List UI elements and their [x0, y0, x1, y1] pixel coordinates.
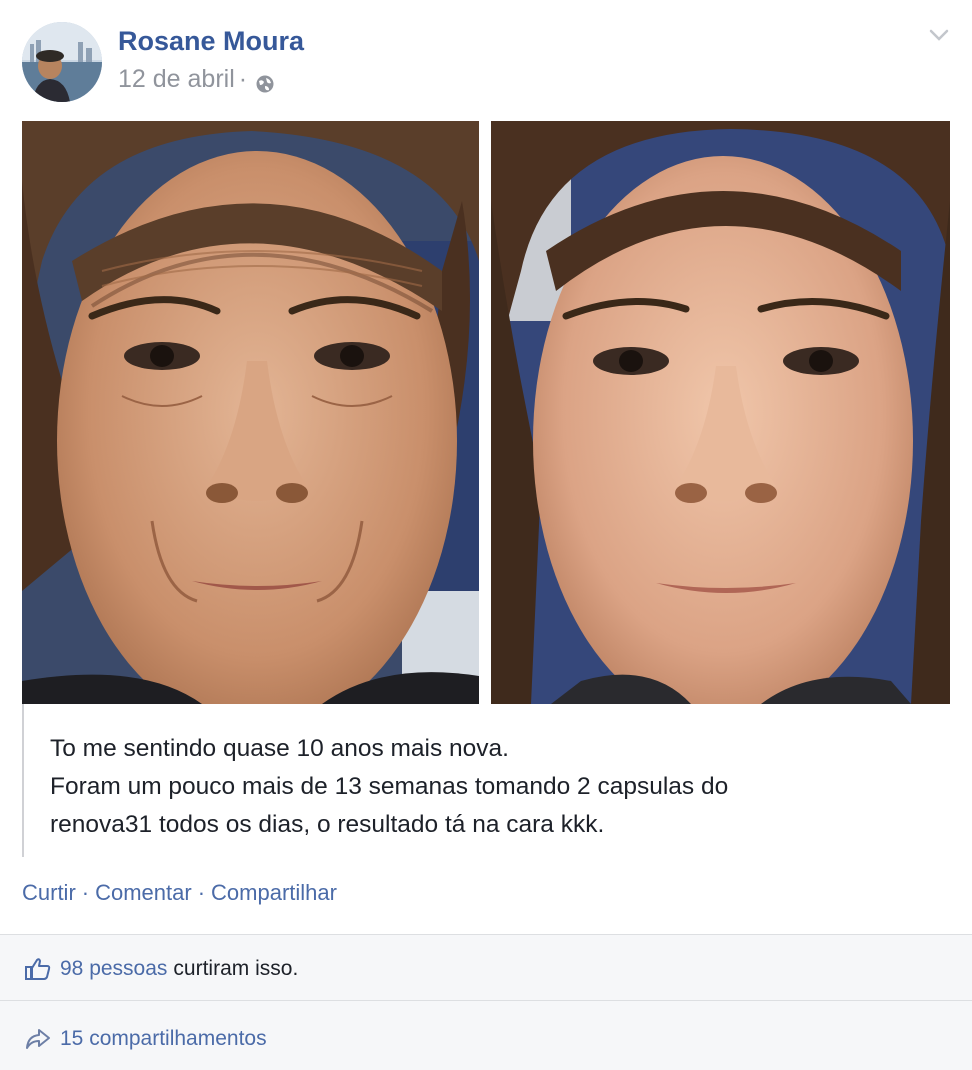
likes-summary: 98 pessoas curtiram isso.: [24, 954, 298, 984]
post-caption: To me sentindo quase 10 anos mais nova. …: [50, 730, 930, 844]
shares-summary: 15 compartilhamentos: [24, 1024, 267, 1054]
action-separator: ·: [81, 880, 90, 905]
thumbs-up-icon: [24, 957, 52, 981]
likes-text: curtiram isso.: [173, 957, 299, 980]
post-meta: 12 de abril ·: [118, 64, 275, 94]
caption-line: renova31 todos os dias, o resultado tá n…: [50, 811, 605, 838]
globe-icon[interactable]: [255, 71, 275, 93]
caption-line: Foram um pouco mais de 13 semanas tomand…: [50, 773, 729, 800]
like-link[interactable]: Curtir: [22, 878, 76, 908]
author-name[interactable]: Rosane Moura: [118, 26, 304, 56]
post-actions: Curtir · Comentar · Compartilhar: [22, 878, 337, 908]
photo-before[interactable]: [22, 121, 479, 704]
photo-after[interactable]: [491, 121, 950, 704]
meta-separator: ·: [238, 65, 248, 93]
facebook-post: Rosane Moura 12 de abril · To me sentind…: [0, 0, 972, 1070]
action-separator: ·: [197, 880, 206, 905]
footer-divider: [0, 1000, 972, 1001]
share-arrow-icon: [24, 1027, 52, 1051]
post-date[interactable]: 12 de abril: [118, 64, 235, 94]
comment-link[interactable]: Comentar: [95, 878, 192, 908]
caption-line: To me sentindo quase 10 anos mais nova.: [50, 735, 509, 762]
avatar[interactable]: [22, 22, 102, 102]
likes-count-link[interactable]: 98 pessoas: [60, 954, 167, 984]
caption-quote-bar: [22, 704, 24, 857]
chevron-down-icon[interactable]: [928, 28, 950, 42]
share-link[interactable]: Compartilhar: [211, 878, 337, 908]
shares-count-link[interactable]: 15 compartilhamentos: [60, 1024, 267, 1054]
